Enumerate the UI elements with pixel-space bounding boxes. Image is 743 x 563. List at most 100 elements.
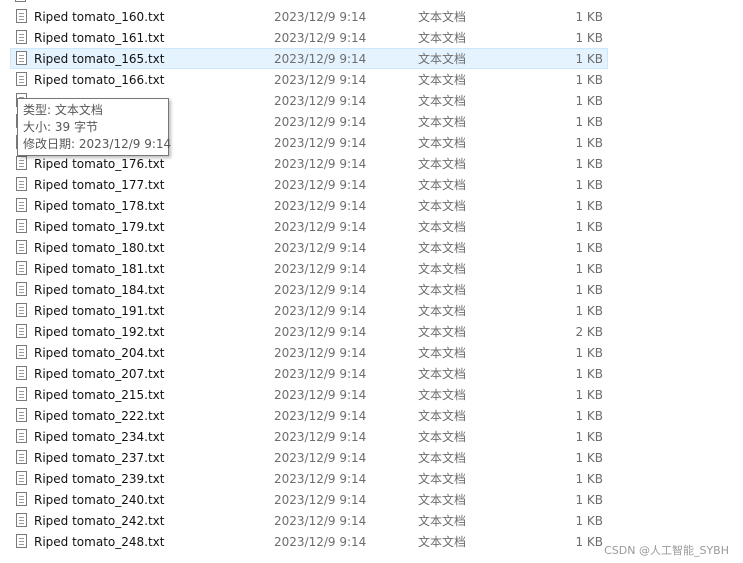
tooltip-type: 类型: 文本文档 <box>23 103 103 117</box>
file-modified-date: 2023/12/9 9:14 <box>274 73 367 87</box>
file-row[interactable]: Riped tomato_248.txt 2023/12/9 9:14 文本文档 1 … <box>10 531 608 552</box>
file-name: Riped tomato_184.txt <box>34 283 165 297</box>
file-type: 文本文档 <box>418 367 467 381</box>
text-file-icon <box>16 513 27 527</box>
file-type: 文本文档 <box>418 514 467 528</box>
file-modified-date: 2023/12/9 9:14 <box>274 94 367 108</box>
file-row[interactable]: Riped tomato_176.txt 2023/12/9 9:14 文本文档 1 … <box>10 153 608 174</box>
file-row[interactable]: Riped tomato_192.txt 2023/12/9 9:14 文本文档 2 … <box>10 321 608 342</box>
file-modified-date: 2023/12/9 9:14 <box>274 52 367 66</box>
file-type: 文本文档 <box>418 472 467 486</box>
file-type: 文本文档 <box>418 220 467 234</box>
file-type: 文本文档 <box>418 388 467 402</box>
text-file-icon <box>16 387 27 401</box>
file-name: Riped tomato_181.txt <box>34 262 165 276</box>
file-row[interactable]: Riped tomato_207.txt 2023/12/9 9:14 文本文档 1 … <box>10 363 608 384</box>
file-name: Riped tomato_176.txt <box>34 157 165 171</box>
file-row[interactable]: Riped tomato_160.txt 2023/12/9 9:14 文本文档 1 … <box>10 6 608 27</box>
tooltip-modified-date: 修改日期: 2023/12/9 9:14 <box>23 137 172 151</box>
file-list: Riped tomato_160.txt 2023/12/9 9:14 文本文档 1 … <box>0 0 743 563</box>
file-row[interactable]: Riped tomato_177.txt 2023/12/9 9:14 文本文档 1 … <box>10 174 608 195</box>
text-file-icon <box>16 261 27 275</box>
file-size: 1 KB <box>575 514 603 528</box>
file-row[interactable]: Riped tomato_242.txt 2023/12/9 9:14 文本文档 1 … <box>10 510 608 531</box>
file-row[interactable]: Riped tomato_165.txt 2023/12/9 9:14 文本文档 1 … <box>10 48 608 69</box>
file-modified-date: 2023/12/9 9:14 <box>274 283 367 297</box>
file-modified-date: 2023/12/9 9:14 <box>274 199 367 213</box>
file-modified-date: 2023/12/9 9:14 <box>274 10 367 24</box>
file-type: 文本文档 <box>418 136 467 150</box>
file-row[interactable]: Riped tomato_178.txt 2023/12/9 9:14 文本文档 1 … <box>10 195 608 216</box>
file-size: 1 KB <box>575 388 603 402</box>
file-name: Riped tomato_237.txt <box>34 451 165 465</box>
file-size: 1 KB <box>575 157 603 171</box>
file-row[interactable]: Riped tomato_215.txt 2023/12/9 9:14 文本文档 1 … <box>10 384 608 405</box>
file-size: 1 KB <box>575 283 603 297</box>
file-size: 1 KB <box>575 367 603 381</box>
file-row[interactable]: Riped tomato_180.txt 2023/12/9 9:14 文本文档 1 … <box>10 237 608 258</box>
file-row[interactable]: Riped tomato_166.txt 2023/12/9 9:14 文本文档 1 … <box>10 69 608 90</box>
file-row[interactable]: Riped tomato_237.txt 2023/12/9 9:14 文本文档 1 … <box>10 447 608 468</box>
file-row[interactable]: Riped tomato_191.txt 2023/12/9 9:14 文本文档 1 … <box>10 300 608 321</box>
file-size: 1 KB <box>575 535 603 549</box>
file-name: Riped tomato_248.txt <box>34 535 165 549</box>
text-file-icon <box>16 303 27 317</box>
text-file-icon <box>16 240 27 254</box>
file-size: 1 KB <box>575 304 603 318</box>
file-modified-date: 2023/12/9 9:14 <box>274 430 367 444</box>
file-row[interactable]: Riped tomato_240.txt 2023/12/9 9:14 文本文档 1 … <box>10 489 608 510</box>
file-name: Riped tomato_161.txt <box>34 31 165 45</box>
text-file-icon <box>16 51 27 65</box>
text-file-icon <box>16 219 27 233</box>
file-row[interactable]: Riped tomato_181.txt 2023/12/9 9:14 文本文档 1 … <box>10 258 608 279</box>
file-size: 1 KB <box>575 73 603 87</box>
file-row[interactable]: Riped tomato_179.txt 2023/12/9 9:14 文本文档 1 … <box>10 216 608 237</box>
file-modified-date: 2023/12/9 9:14 <box>274 325 367 339</box>
file-modified-date: 2023/12/9 9:14 <box>274 535 367 549</box>
file-size: 1 KB <box>575 94 603 108</box>
file-name: Riped tomato_180.txt <box>34 241 165 255</box>
text-file-icon <box>16 156 27 170</box>
file-modified-date: 2023/12/9 9:14 <box>274 346 367 360</box>
file-name: Riped tomato_240.txt <box>34 493 165 507</box>
file-modified-date: 2023/12/9 9:14 <box>274 388 367 402</box>
file-type: 文本文档 <box>418 115 467 129</box>
file-size: 1 KB <box>575 472 603 486</box>
text-file-icon <box>16 471 27 485</box>
file-modified-date: 2023/12/9 9:14 <box>274 220 367 234</box>
file-type: 文本文档 <box>418 178 467 192</box>
file-type: 文本文档 <box>418 241 467 255</box>
file-type: 文本文档 <box>418 94 467 108</box>
file-row[interactable]: Riped tomato_239.txt 2023/12/9 9:14 文本文档 1 … <box>10 468 608 489</box>
file-size: 1 KB <box>575 136 603 150</box>
text-file-icon <box>16 450 27 464</box>
file-name: Riped tomato_204.txt <box>34 346 165 360</box>
text-file-icon <box>16 324 27 338</box>
file-size: 2 KB <box>575 325 603 339</box>
text-file-icon <box>16 198 27 212</box>
file-modified-date: 2023/12/9 9:14 <box>274 157 367 171</box>
csdn-watermark: CSDN @人工智能_SYBH <box>604 544 729 557</box>
text-file-icon <box>16 282 27 296</box>
file-type: 文本文档 <box>418 73 467 87</box>
text-file-icon <box>16 408 27 422</box>
text-file-icon <box>16 177 27 191</box>
file-type: 文本文档 <box>418 493 467 507</box>
file-row[interactable]: Riped tomato_204.txt 2023/12/9 9:14 文本文档 1 … <box>10 342 608 363</box>
text-file-icon <box>16 30 27 44</box>
file-name: Riped tomato_160.txt <box>34 10 165 24</box>
file-row[interactable]: Riped tomato_184.txt 2023/12/9 9:14 文本文档 1 … <box>10 279 608 300</box>
file-row[interactable]: Riped tomato_161.txt 2023/12/9 9:14 文本文档 1 … <box>10 27 608 48</box>
text-file-icon <box>16 9 27 23</box>
file-row[interactable]: Riped tomato_222.txt 2023/12/9 9:14 文本文档 1 … <box>10 405 608 426</box>
file-modified-date: 2023/12/9 9:14 <box>274 262 367 276</box>
file-name: Riped tomato_215.txt <box>34 388 165 402</box>
file-row[interactable]: Riped tomato_234.txt 2023/12/9 9:14 文本文档 1 … <box>10 426 608 447</box>
text-file-icon <box>16 534 27 548</box>
file-name: Riped tomato_222.txt <box>34 409 165 423</box>
file-name: Riped tomato_166.txt <box>34 73 165 87</box>
file-type: 文本文档 <box>418 52 467 66</box>
file-type: 文本文档 <box>418 451 467 465</box>
file-name: Riped tomato_179.txt <box>34 220 165 234</box>
file-size: 1 KB <box>575 10 603 24</box>
